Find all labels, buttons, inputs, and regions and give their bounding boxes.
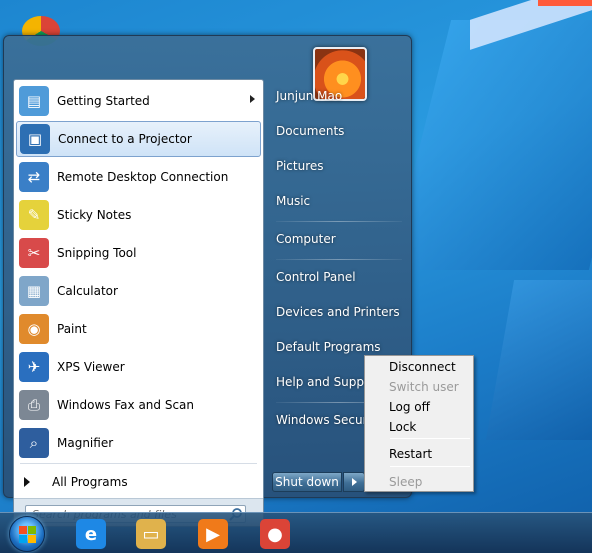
right-item-label: Music (276, 194, 311, 208)
desktop-wallpaper-shape (538, 0, 592, 6)
menu-item-switch-user: Switch user (389, 380, 459, 394)
all-programs-arrow-icon (24, 477, 30, 487)
shutdown-options-button[interactable] (343, 472, 365, 492)
menu-separator (390, 466, 470, 467)
right-item-label: Pictures (276, 159, 324, 173)
program-item[interactable]: ▦ Calculator (16, 273, 261, 309)
taskbar-button[interactable]: ▭ (126, 516, 176, 552)
program-item[interactable]: ✂ Snipping Tool (16, 235, 261, 271)
program-item[interactable]: ✎ Sticky Notes (16, 197, 261, 233)
calculator-icon: ▦ (19, 276, 49, 306)
menu-item-log-off[interactable]: Log off (367, 397, 471, 417)
documents-link[interactable]: Documents (276, 117, 404, 145)
menu-item-lock[interactable]: Lock (367, 417, 471, 437)
program-label: Getting Started (57, 94, 150, 108)
program-label: Windows Fax and Scan (57, 398, 195, 412)
paint-icon: ◉ (19, 314, 49, 344)
right-item-label: Devices and Printers (276, 305, 400, 319)
shutdown-button[interactable]: Shut down (272, 472, 342, 492)
programs-pane: ▤ Getting Started ▣ Connect to a Projector ⇄… (13, 79, 264, 527)
taskbar: e ▭ ▶ ● (0, 512, 592, 553)
divider (276, 259, 402, 260)
all-programs-label: All Programs (52, 475, 128, 489)
taskbar-button[interactable]: ▶ (188, 516, 238, 552)
taskbar-button[interactable]: ● (250, 516, 300, 552)
program-label: Connect to a Projector (58, 132, 192, 146)
menu-item-disconnect[interactable]: Disconnect (367, 357, 471, 377)
projector-icon: ▣ (20, 124, 50, 154)
user-name-link[interactable]: Junjun Mao (276, 82, 404, 110)
program-label: Remote Desktop Connection (57, 170, 229, 184)
shutdown-label: Shut down (275, 475, 339, 489)
start-button[interactable] (9, 516, 45, 552)
chevron-right-icon (351, 478, 357, 486)
media-player-icon: ▶ (198, 519, 228, 549)
remote-desktop-icon: ⇄ (19, 162, 49, 192)
program-item[interactable]: ▤ Getting Started (16, 83, 261, 119)
program-item[interactable]: ✈ XPS Viewer (16, 349, 261, 385)
pictures-link[interactable]: Pictures (276, 152, 404, 180)
program-label: Snipping Tool (57, 246, 137, 260)
right-item-label: Default Programs (276, 340, 381, 354)
computer-link[interactable]: Computer (276, 225, 404, 253)
desktop-wallpaper-shape (388, 20, 592, 270)
divider (20, 463, 257, 464)
program-label: XPS Viewer (57, 360, 125, 374)
submenu-arrow-icon (250, 95, 255, 103)
program-label: Calculator (57, 284, 118, 298)
windows-logo-icon (19, 526, 27, 534)
desktop-wallpaper-shape (485, 280, 592, 440)
program-item[interactable]: ▣ Connect to a Projector (16, 121, 261, 157)
menu-item-sleep: Sleep (389, 475, 423, 489)
program-item[interactable]: ⌕ Magnifier (16, 425, 261, 461)
windows-logo-icon (28, 526, 36, 534)
snipping-tool-icon: ✂ (19, 238, 49, 268)
fax-scan-icon: ⎙ (19, 390, 49, 420)
right-item-label: Documents (276, 124, 345, 138)
music-link[interactable]: Music (276, 187, 404, 215)
program-label: Paint (57, 322, 87, 336)
getting-started-icon: ▤ (19, 86, 49, 116)
control-panel-link[interactable]: Control Panel (276, 263, 404, 291)
program-label: Magnifier (57, 436, 114, 450)
windows-logo-icon (28, 535, 36, 543)
file-explorer-icon: ▭ (136, 519, 166, 549)
taskbar-button[interactable]: e (66, 516, 116, 552)
devices-printers-link[interactable]: Devices and Printers (276, 298, 404, 326)
xps-viewer-icon: ✈ (19, 352, 49, 382)
shutdown-options-menu: Disconnect Switch user Log off Lock Restart S… (364, 355, 474, 492)
magnifier-icon: ⌕ (19, 428, 49, 458)
menu-item-restart[interactable]: Restart (367, 444, 471, 464)
windows-logo-icon (19, 535, 27, 543)
program-item[interactable]: ◉ Paint (16, 311, 261, 347)
program-label: Sticky Notes (57, 208, 132, 222)
right-item-label: Computer (276, 232, 336, 246)
chrome-icon: ● (260, 519, 290, 549)
sticky-notes-icon: ✎ (19, 200, 49, 230)
right-item-label: Control Panel (276, 270, 356, 284)
start-menu: ▤ Getting Started ▣ Connect to a Projector ⇄… (3, 35, 412, 527)
right-item-label: Junjun Mao (276, 89, 343, 103)
program-item[interactable]: ⎙ Windows Fax and Scan (16, 387, 261, 423)
all-programs-button[interactable]: All Programs (16, 469, 261, 495)
menu-separator (390, 438, 470, 439)
divider (276, 221, 402, 222)
program-item[interactable]: ⇄ Remote Desktop Connection (16, 159, 261, 195)
internet-explorer-icon: e (76, 519, 106, 549)
